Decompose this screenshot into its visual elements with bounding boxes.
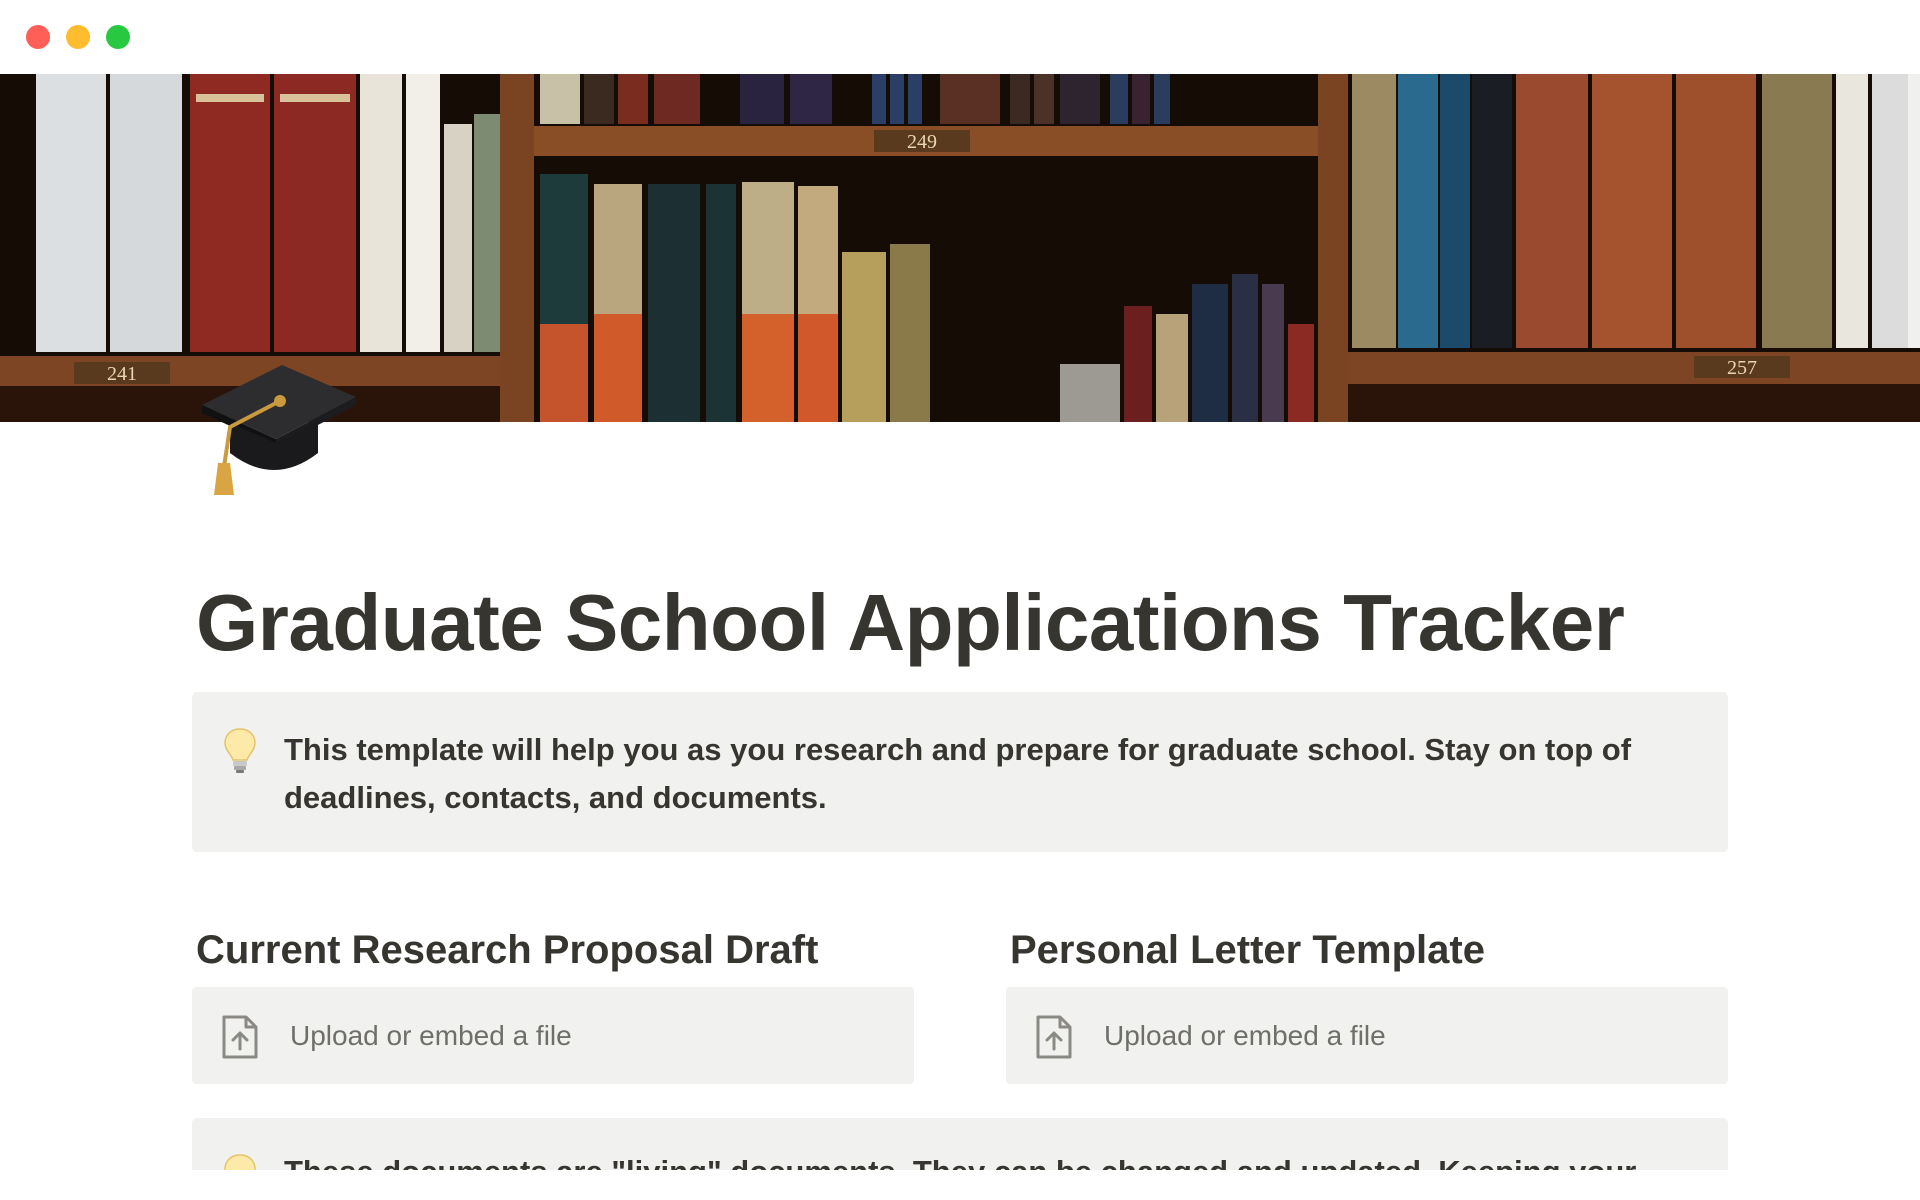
shelf-number-241: 241 [107,363,137,385]
file-upload-icon [1034,1013,1074,1061]
heading-personal-letter[interactable]: Personal Letter Template [1010,926,1485,974]
minimize-window-button[interactable] [66,25,90,49]
file-upload-icon [220,1013,260,1061]
intro-callout-text[interactable]: This template will help you as you resea… [284,726,1694,822]
upload-label: Upload or embed a file [1104,1020,1386,1051]
page-title[interactable]: Graduate School Applications Tracker [196,575,1625,671]
upload-file-personal-letter[interactable]: Upload or embed a file [1006,987,1728,1084]
graduation-cap-icon[interactable] [190,335,360,505]
shelf-number-249: 249 [907,131,937,153]
viewport-bottom-edge [0,1170,1920,1200]
shelf-number-257: 257 [1727,357,1757,379]
app-window: 241 249 257 Graduate School Applications… [0,0,1920,1200]
heading-research-proposal[interactable]: Current Research Proposal Draft [196,926,818,974]
lightbulb-icon [222,726,258,774]
upload-label: Upload or embed a file [290,1020,572,1051]
upload-file-research-proposal[interactable]: Upload or embed a file [192,987,914,1084]
title-bar [0,0,1920,74]
zoom-window-button[interactable] [106,25,130,49]
intro-callout[interactable]: This template will help you as you resea… [192,692,1728,852]
close-window-button[interactable] [26,25,50,49]
